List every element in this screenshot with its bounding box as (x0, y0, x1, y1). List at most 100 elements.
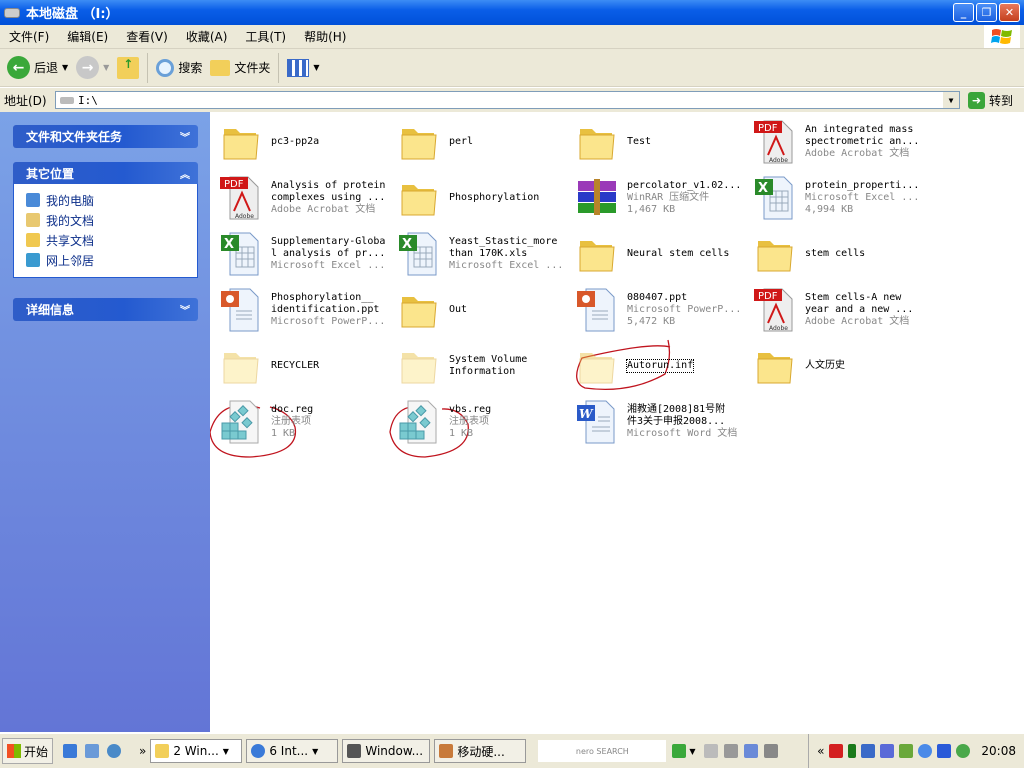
file-item[interactable]: 080407.ppt Microsoft PowerP... 5,472 KB (570, 283, 748, 337)
file-item[interactable]: W 湘教通[2008]81号附 件3关于申报2008... Microsoft Wo… (570, 395, 748, 449)
file-item[interactable]: stem cells (748, 227, 926, 281)
file-item[interactable]: Out (392, 283, 570, 337)
messenger-quicklaunch-icon[interactable] (85, 744, 100, 758)
file-item[interactable]: Xprotein_properti... Microsoft Excel ... 4… (748, 171, 926, 225)
file-name: Stem cells-A new year and a new ... (805, 292, 914, 315)
file-item[interactable]: RECYCLER (214, 339, 392, 393)
ie-quicklaunch-icon[interactable] (63, 744, 78, 758)
taskbar-removable-disk-button[interactable]: 移动硬... (434, 739, 527, 763)
address-dropdown-icon[interactable]: ▼ (943, 92, 959, 108)
file-name: protein_properti... (805, 180, 920, 191)
file-item[interactable]: doc.reg 注册表项 1 KB (214, 395, 392, 449)
file-name: RECYCLER (271, 360, 320, 371)
tray-meter-icon[interactable] (848, 744, 857, 758)
tray-safely-remove-icon[interactable] (899, 744, 914, 758)
quicklaunch-overflow-icon[interactable]: » (139, 744, 146, 758)
language-bar-icon[interactable] (743, 744, 758, 758)
other-places-header[interactable]: 其它位置 ︽ (13, 162, 198, 185)
menu-tools[interactable]: 工具(T) (236, 28, 295, 45)
file-type: Adobe Acrobat 文档 (805, 316, 910, 327)
file-item[interactable]: percolator_v1.02... WinRAR 压缩文件 1,467 KB (570, 171, 748, 225)
tray-update-icon[interactable] (956, 744, 971, 758)
start-button[interactable]: 开始 (2, 738, 54, 764)
taskbar-window-button[interactable]: Window... (342, 739, 431, 763)
excel-icon: X (752, 173, 800, 221)
link-my-documents[interactable]: 我的文档 (26, 210, 197, 230)
file-name: Autorun.inf (625, 359, 695, 373)
go-button[interactable]: ➜ 转到 (968, 92, 1013, 109)
excel-icon: X (218, 229, 266, 277)
taskbar-ie-group[interactable]: 6 Int... ▼ (246, 739, 339, 763)
file-item[interactable]: PDF Adobe An integrated mass spectrometric… (748, 115, 926, 169)
file-item[interactable]: Test (570, 115, 748, 169)
expand-chevron-icon[interactable]: ︾ (180, 302, 190, 317)
nero-search-box[interactable]: nero SEARCH (538, 740, 667, 762)
file-type: Microsoft Word 文档 (627, 428, 738, 439)
ppt-icon (574, 285, 622, 333)
close-button[interactable]: ✕ (999, 3, 1020, 22)
menu-favorites[interactable]: 收藏(A) (177, 28, 237, 45)
tray-security-icon[interactable] (937, 744, 952, 758)
file-text: vbs.reg 注册表项 1 KB (449, 395, 570, 449)
minimize-button[interactable]: _ (953, 3, 974, 22)
maximize-button[interactable]: ❐ (976, 3, 997, 22)
file-folder-tasks-header[interactable]: 文件和文件夹任务 ︾ (13, 125, 198, 148)
file-text: protein_properti... Microsoft Excel ... 4,… (805, 171, 926, 225)
go-search-icon[interactable] (672, 744, 687, 758)
file-item[interactable]: Autorun.inf (570, 339, 748, 393)
file-item[interactable]: PDF Adobe Analysis of protein complexes us… (214, 171, 392, 225)
details-header[interactable]: 详细信息 ︾ (13, 298, 198, 321)
menu-file[interactable]: 文件(F) (0, 28, 58, 45)
keyboard-icon[interactable] (703, 744, 718, 758)
pen-icon[interactable] (723, 744, 738, 758)
file-text: Test (627, 115, 748, 169)
go-label: 转到 (989, 94, 1014, 108)
menu-bar: 文件(F) 编辑(E) 查看(V) 收藏(A) 工具(T) 帮助(H) (0, 25, 1024, 49)
dropdown-icon[interactable]: ▼ (689, 747, 695, 756)
views-button[interactable]: ▼ (283, 58, 323, 77)
link-network-places[interactable]: 网上邻居 (26, 250, 197, 270)
folder-icon (396, 285, 444, 333)
file-item[interactable]: Phosphorylation (392, 171, 570, 225)
file-item[interactable]: 人文历史 (748, 339, 926, 393)
folders-button[interactable]: 文件夹 (206, 59, 274, 76)
file-item[interactable]: vbs.reg 注册表项 1 KB (392, 395, 570, 449)
file-item[interactable]: PDF Adobe Stem cells-A new year and a new … (748, 283, 926, 337)
media-quicklaunch-icon[interactable] (107, 744, 122, 758)
file-name: An integrated mass spectrometric an... (805, 124, 920, 147)
file-item[interactable]: X Supplementary-Globa l analysis of pr...… (214, 227, 392, 281)
file-item[interactable]: X Yeast_Stastic_more than 170K.xls Microso… (392, 227, 570, 281)
forward-button[interactable]: → ▼ (72, 56, 113, 79)
address-input[interactable]: I:\ ▼ (55, 91, 960, 109)
link-my-computer[interactable]: 我的电脑 (26, 190, 197, 210)
tray-app-icon[interactable] (829, 744, 844, 758)
handwriting-icon[interactable] (763, 744, 778, 758)
tray-expand-icon[interactable]: « (817, 744, 824, 758)
file-item[interactable]: Neural stem cells (570, 227, 748, 281)
forward-dropdown-icon[interactable]: ▼ (103, 63, 109, 72)
tray-shield-icon[interactable] (918, 744, 933, 758)
file-type: WinRAR 压缩文件 (627, 192, 710, 203)
file-item[interactable]: perl (392, 115, 570, 169)
file-item[interactable]: pc3-pp2a (214, 115, 392, 169)
search-button[interactable]: 搜索 (152, 58, 206, 77)
file-text: System Volume Information (449, 339, 570, 393)
back-dropdown-icon[interactable]: ▼ (62, 63, 68, 72)
menu-edit[interactable]: 编辑(E) (58, 28, 117, 45)
collapse-chevron-icon[interactable]: ︽ (180, 166, 190, 181)
folders-label: 文件夹 (234, 61, 271, 75)
tray-network-icon[interactable] (861, 744, 876, 758)
file-type: Microsoft Excel ... (271, 260, 386, 271)
up-folder-button[interactable]: ↑ (113, 56, 143, 79)
link-shared-documents[interactable]: 共享文档 (26, 230, 197, 250)
taskbar-explorer-group[interactable]: 2 Win... ▼ (150, 739, 243, 763)
expand-chevron-icon[interactable]: ︾ (180, 129, 190, 144)
menu-help[interactable]: 帮助(H) (295, 28, 355, 45)
menu-view[interactable]: 查看(V) (117, 28, 177, 45)
svg-text:Adobe: Adobe (769, 157, 788, 164)
computer-icon (347, 744, 362, 758)
file-item[interactable]: Phosphorylation__ identification.ppt Micr… (214, 283, 392, 337)
file-item[interactable]: System Volume Information (392, 339, 570, 393)
back-button[interactable]: ← 后退 ▼ (3, 56, 72, 79)
tray-network2-icon[interactable] (880, 744, 895, 758)
